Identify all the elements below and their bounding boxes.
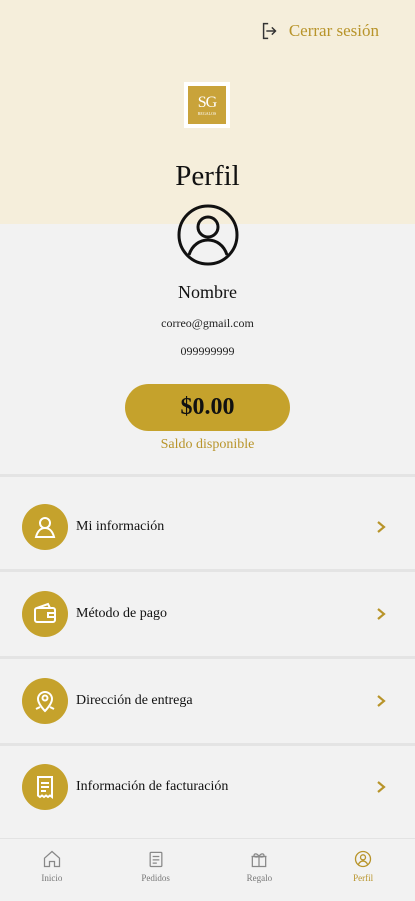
logo-subtext: REGALOS (197, 110, 217, 116)
nav-item-regalo[interactable]: Regalo (208, 839, 312, 901)
nav-item-inicio[interactable]: Inicio (0, 839, 104, 901)
invoice-icon (22, 764, 68, 810)
bottom-navigation: Inicio Pedidos Regalo Perfil (0, 838, 415, 901)
profile-phone: 099999999 (180, 344, 235, 358)
chevron-right-icon (377, 695, 386, 707)
wallet-icon (22, 591, 68, 637)
balance-badge: $0.00 (125, 384, 290, 431)
nav-label: Inicio (41, 873, 63, 883)
nav-label: Perfil (353, 873, 374, 883)
profile-icon (354, 850, 372, 868)
menu-item-metodo-de-pago[interactable]: Método de pago (0, 572, 415, 656)
logout-button[interactable]: Cerrar sesión (259, 20, 379, 42)
divider (0, 474, 415, 477)
location-pin-icon (22, 678, 68, 724)
page-title: Perfil (175, 160, 240, 192)
chevron-right-icon (377, 781, 386, 793)
balance-label: Saldo disponible (160, 437, 255, 452)
user-icon (22, 504, 68, 550)
menu-item-direccion-de-entrega[interactable]: Dirección de entrega (0, 659, 415, 743)
nav-item-perfil[interactable]: Perfil (311, 839, 415, 901)
brand-logo: SG REGALOS (184, 82, 230, 128)
menu-item-informacion-de-facturacion[interactable]: Información de facturación (0, 745, 415, 829)
menu-item-mi-informacion[interactable]: Mi información (0, 485, 415, 569)
logo-text: SG (197, 93, 217, 111)
chevron-right-icon (377, 521, 386, 533)
menu-item-label: Método de pago (76, 606, 167, 621)
balance-amount: $0.00 (180, 394, 235, 420)
profile-email: correo@gmail.com (161, 316, 254, 330)
home-icon (43, 850, 60, 868)
nav-label: Regalo (246, 873, 273, 883)
orders-icon (149, 851, 163, 868)
chevron-right-icon (377, 608, 386, 620)
logout-label: Cerrar sesión (288, 21, 379, 40)
nav-label: Pedidos (141, 873, 170, 883)
menu-item-label: Mi información (76, 519, 165, 534)
profile-name: Nombre (178, 282, 237, 302)
avatar-icon (177, 204, 239, 266)
menu-item-label: Información de facturación (76, 779, 229, 794)
menu-item-label: Dirección de entrega (76, 693, 193, 708)
logout-icon (262, 22, 277, 40)
gift-icon (251, 853, 267, 868)
nav-item-pedidos[interactable]: Pedidos (104, 839, 208, 901)
